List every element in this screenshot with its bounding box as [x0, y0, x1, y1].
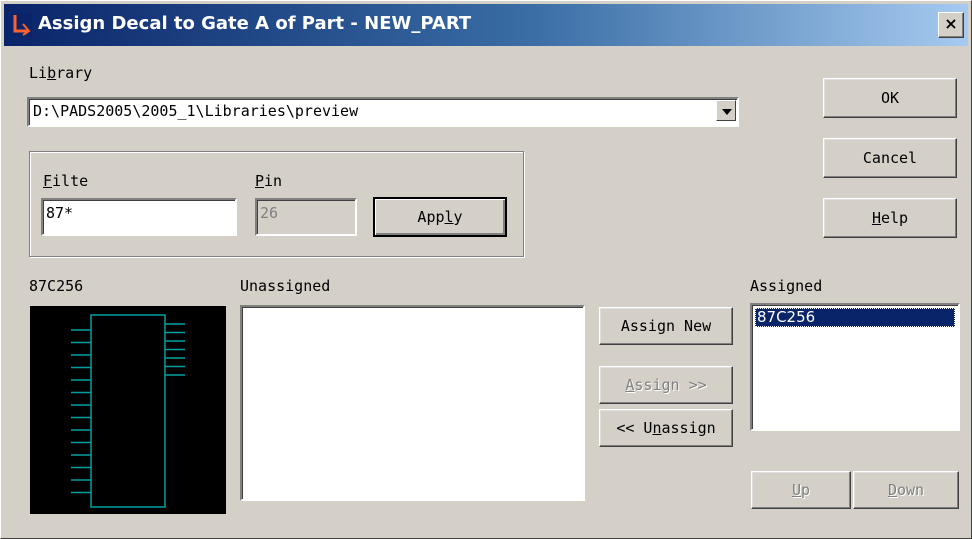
preview-label: 87C256 — [29, 277, 84, 295]
assigned-label: Assigned — [750, 277, 823, 295]
down-button[interactable]: Down — [853, 471, 959, 509]
decal-preview — [30, 306, 226, 514]
close-icon: × — [944, 14, 958, 33]
library-value: D:\PADS2005\2005_1\Libraries\preview — [33, 102, 359, 120]
title-bar[interactable]: Assign Decal to Gate A of Part - NEW_PAR… — [4, 4, 968, 46]
assign-new-button[interactable]: Assign New — [599, 307, 733, 345]
pin-label: Pin — [255, 172, 283, 190]
library-label: Library — [29, 64, 93, 82]
unassign-button[interactable]: << Unassign — [599, 409, 733, 447]
filter-input[interactable]: 87* — [41, 198, 237, 236]
library-combo[interactable]: D:\PADS2005\2005_1\Libraries\preview — [27, 97, 739, 127]
assigned-list[interactable]: 87C256 — [750, 303, 960, 431]
list-item[interactable]: 87C256 — [755, 308, 955, 327]
window-title: Assign Decal to Gate A of Part - NEW_PAR… — [38, 13, 472, 34]
ok-button[interactable]: OK — [823, 78, 957, 118]
unassigned-label: Unassigned — [240, 277, 331, 295]
pin-input[interactable]: 26 — [255, 198, 357, 236]
close-button[interactable]: × — [938, 12, 964, 38]
assign-button[interactable]: Assign >> — [599, 366, 733, 404]
up-button[interactable]: Up — [751, 471, 851, 509]
apply-button[interactable]: Apply — [373, 197, 507, 237]
chevron-down-icon[interactable] — [716, 100, 736, 121]
pads-app-icon — [12, 13, 32, 37]
decal-preview-graphic — [71, 314, 185, 508]
unassigned-list[interactable] — [240, 305, 585, 501]
help-button[interactable]: Help — [823, 198, 957, 238]
filter-label: Filte — [43, 172, 89, 190]
dialog-window: Assign Decal to Gate A of Part - NEW_PAR… — [0, 0, 972, 539]
cancel-button[interactable]: Cancel — [823, 138, 957, 178]
